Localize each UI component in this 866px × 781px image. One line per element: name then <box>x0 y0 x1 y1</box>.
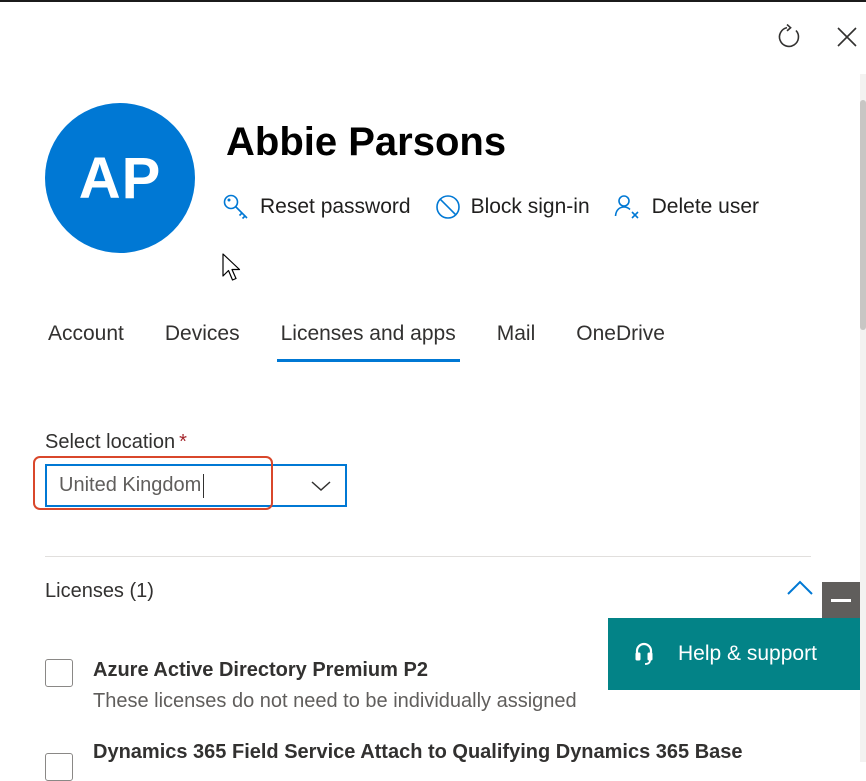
close-button[interactable] <box>832 22 862 52</box>
reset-password-label: Reset password <box>260 195 411 218</box>
license-item-azure-ad-p2: Azure Active Directory Premium P2 These … <box>45 659 577 713</box>
license-description: These licenses do not need to be individ… <box>93 690 577 712</box>
delete-user-icon <box>614 195 639 219</box>
section-divider <box>45 556 811 557</box>
location-value: United Kingdom <box>59 474 202 496</box>
location-label-row: Select location * <box>45 431 187 454</box>
mouse-pointer-icon <box>222 253 241 281</box>
tab-account[interactable]: Account <box>48 322 124 362</box>
location-dropdown[interactable]: United Kingdom <box>45 464 347 507</box>
key-icon <box>223 194 248 220</box>
chevron-down-icon <box>311 481 331 492</box>
license-item-dynamics-365: Dynamics 365 Field Service Attach to Qua… <box>45 741 743 781</box>
required-marker: * <box>179 431 187 453</box>
tab-devices[interactable]: Devices <box>165 322 240 362</box>
refresh-button[interactable] <box>774 22 804 52</box>
block-icon <box>435 195 460 219</box>
location-label: Select location <box>45 431 176 453</box>
license-name: Azure Active Directory Premium P2 <box>93 659 428 681</box>
tab-mail[interactable]: Mail <box>497 322 536 362</box>
tab-licenses-and-apps[interactable]: Licenses and apps <box>276 322 460 362</box>
headset-icon <box>635 642 653 665</box>
minimize-help-button[interactable] <box>822 582 860 618</box>
text-caret <box>203 473 205 498</box>
delete-user-label: Delete user <box>651 195 760 218</box>
license-name: Dynamics 365 Field Service Attach to Qua… <box>93 741 743 763</box>
license-checkbox[interactable] <box>45 753 73 781</box>
tab-onedrive[interactable]: OneDrive <box>576 322 665 362</box>
scrollbar-thumb[interactable] <box>860 100 866 330</box>
chevron-up-icon[interactable] <box>786 578 814 598</box>
reset-password-button[interactable]: Reset password <box>222 193 411 221</box>
tab-bar: Account Devices Licenses and apps Mail O… <box>48 322 706 362</box>
licenses-section-header[interactable]: Licenses (1) <box>45 580 154 603</box>
delete-user-button[interactable]: Delete user <box>614 193 759 221</box>
avatar-initials: AP <box>78 145 162 211</box>
refresh-icon <box>778 24 800 48</box>
license-checkbox[interactable] <box>45 659 73 687</box>
minimize-icon <box>831 598 851 602</box>
window-top-border <box>0 0 866 2</box>
block-sign-in-label: Block sign-in <box>470 195 590 218</box>
help-and-support-label: Help & support <box>678 642 817 665</box>
close-icon <box>837 27 857 47</box>
help-and-support-button[interactable]: Help & support <box>608 618 860 690</box>
avatar: AP <box>45 103 195 253</box>
block-sign-in-button[interactable]: Block sign-in <box>435 194 590 220</box>
user-display-name: Abbie Parsons <box>226 120 507 164</box>
user-actions: Reset password Block sign-in Delete user <box>222 193 759 221</box>
